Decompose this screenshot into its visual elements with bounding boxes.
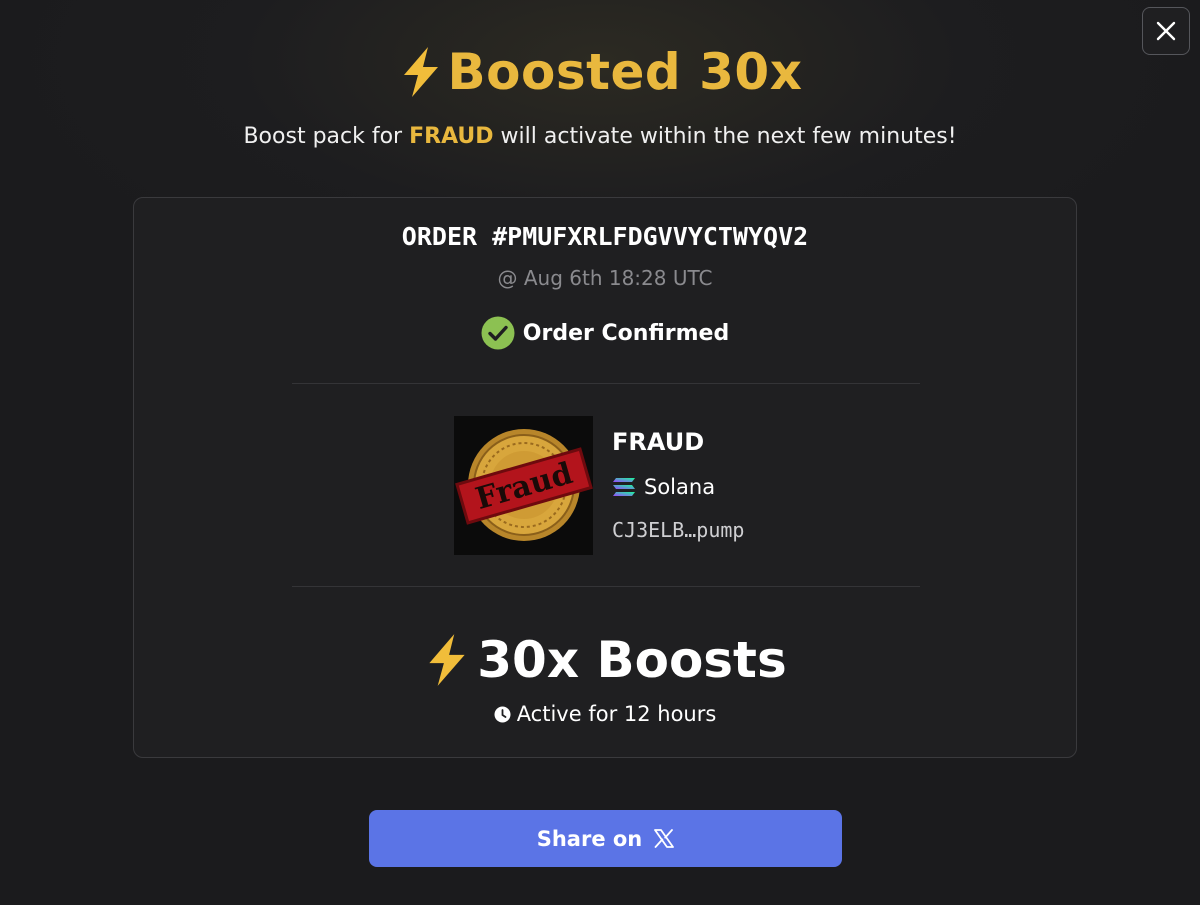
order-status: Order Confirmed	[134, 316, 1076, 350]
token-address: CJ3ELB…pump	[612, 518, 745, 542]
lightning-icon	[429, 634, 465, 686]
x-logo-icon	[654, 829, 675, 848]
divider-bottom	[292, 586, 920, 587]
order-status-text: Order Confirmed	[522, 320, 730, 346]
fraud-coin-image: Fraud	[454, 416, 593, 555]
boost-duration: Active for 12 hours	[134, 702, 1076, 726]
close-icon	[1156, 21, 1176, 41]
order-id: ORDER #PMUFXRLFDGVVYCTWYQV2	[401, 222, 809, 251]
order-timestamp: @ Aug 6th 18:28 UTC	[497, 266, 713, 290]
subtitle-suffix: will activate within the next few minute…	[500, 124, 957, 149]
divider-top	[292, 383, 920, 384]
boost-label: 30x Boosts	[477, 631, 787, 689]
subtitle: Boost pack for FRAUD will activate withi…	[0, 124, 1200, 149]
share-label: Share on	[536, 826, 643, 851]
subtitle-prefix: Boost pack for	[243, 124, 403, 149]
boost-duration-text: Active for 12 hours	[516, 702, 717, 726]
token-name: FRAUD	[612, 428, 705, 456]
boost-summary: 30x Boosts	[134, 628, 1076, 692]
modal-title: Boosted 30x	[0, 40, 1200, 104]
lightning-icon	[403, 47, 438, 97]
subtitle-token: FRAUD	[409, 124, 494, 149]
order-card: ORDER #PMUFXRLFDGVVYCTWYQV2 @ Aug 6th 18…	[133, 197, 1077, 758]
share-on-x-button[interactable]: Share on	[369, 810, 842, 867]
chain-name: Solana	[644, 475, 716, 499]
token-image: Fraud	[454, 416, 593, 555]
title-text: Boosted 30x	[447, 43, 803, 101]
solana-icon	[613, 478, 635, 496]
check-circle-icon	[481, 316, 515, 350]
clock-icon	[494, 706, 511, 722]
token-chain: Solana	[612, 475, 715, 499]
